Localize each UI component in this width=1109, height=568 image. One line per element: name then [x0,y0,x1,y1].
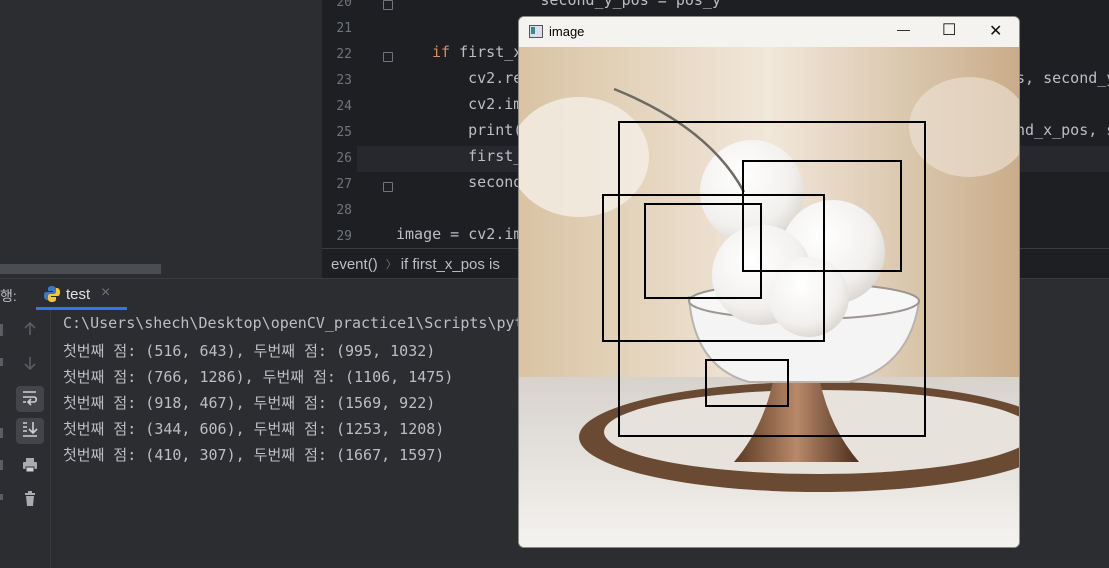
line-number: 24 [336,99,352,114]
code-token: cv2.re [432,69,523,87]
snowball-bottom [769,257,849,337]
fold-marker-icon[interactable] [383,182,393,192]
fold-marker-icon[interactable] [383,0,393,10]
line-number: 22 [336,47,352,62]
code-line[interactable]: cv2.im [432,95,522,113]
line-number: 23 [336,73,352,88]
breadcrumb-separator-icon: 〉 [385,259,397,271]
tab-close-icon[interactable]: × [101,284,110,302]
side-marker-3 [0,428,3,438]
line-number: 26 [336,151,352,166]
code-token: first_x [450,43,523,61]
minimize-icon[interactable]: — [897,22,910,37]
output-line: 첫번째 점: (766, 1286), 두번째 점: (1106, 1475) [63,368,454,386]
code-line[interactable]: if first_x [432,43,522,61]
close-icon[interactable]: ✕ [989,21,1002,41]
soft-wrap-button[interactable] [16,386,44,412]
output-line: 첫번째 점: (516, 643), 두번째 점: (995, 1032) [63,342,436,360]
side-marker-5 [0,494,3,500]
code-line[interactable]: second_y_pos = pos_y [432,0,721,9]
opencv-image-window[interactable]: image — ☐ ✕ [518,16,1020,548]
code-token: second_y_pos = pos_y [432,0,721,9]
code-token: cv2.im [432,95,523,113]
tab-test[interactable]: test [66,286,90,303]
code-token: second [432,173,523,191]
code-token: first_ [432,147,523,165]
arrow-down-icon [22,355,38,376]
scroll-up-button[interactable] [16,318,44,344]
soft-wrap-icon [21,388,39,411]
code-token: image = cv2.im [396,225,523,243]
window-app-icon [529,25,543,38]
breadcrumb-condition[interactable]: if first_x_pos is [401,256,500,273]
line-number: 25 [336,125,352,140]
code-line[interactable]: first_ [432,147,522,165]
python-icon [43,285,61,303]
fold-marker-icon[interactable] [383,52,393,62]
run-toolbar [0,310,51,568]
line-number: 29 [336,229,352,244]
line-number: 20 [336,0,352,10]
output-line: 첫번째 점: (918, 467), 두번째 점: (1569, 922) [63,394,436,412]
scroll-to-end-icon [21,420,39,443]
output-line: 첫번째 점: (344, 606), 두번째 점: (1253, 1208) [63,420,445,438]
side-marker-2 [0,358,3,366]
breadcrumb-function[interactable]: event() [331,256,378,273]
code-line[interactable]: second [432,173,522,191]
output-line: C:\Users\shech\Desktop\openCV_practice1\… [63,314,524,332]
code-fragment: s, second_y [1016,69,1109,87]
side-marker-1 [0,324,3,336]
printer-icon [21,456,39,479]
arrow-up-icon [22,321,38,342]
code-line[interactable]: cv2.re [432,69,522,87]
print-button[interactable] [16,454,44,480]
image-canvas[interactable] [519,47,1019,547]
scroll-to-end-button[interactable] [16,418,44,444]
line-number: 28 [336,203,352,218]
code-line[interactable]: print( [432,121,522,139]
horizontal-scrollbar[interactable] [0,264,161,274]
clear-output-button[interactable] [16,488,44,514]
run-label: 행: [0,288,17,304]
line-number: 27 [336,177,352,192]
window-titlebar[interactable]: image — ☐ ✕ [519,17,1019,47]
maximize-icon[interactable]: ☐ [942,20,956,40]
code-token: print( [432,121,523,139]
scroll-down-button[interactable] [16,352,44,378]
window-title: image [549,24,585,39]
code-line[interactable]: image = cv2.im [396,225,522,243]
code-fragment: nd_x_pos, s [1016,121,1109,139]
code-token: if [432,43,451,61]
line-number: 21 [336,21,352,36]
side-marker-4 [0,460,3,470]
project-panel [0,0,322,276]
output-line: 첫번째 점: (410, 307), 두번째 점: (1667, 1597) [63,446,445,464]
trash-icon [21,490,39,513]
